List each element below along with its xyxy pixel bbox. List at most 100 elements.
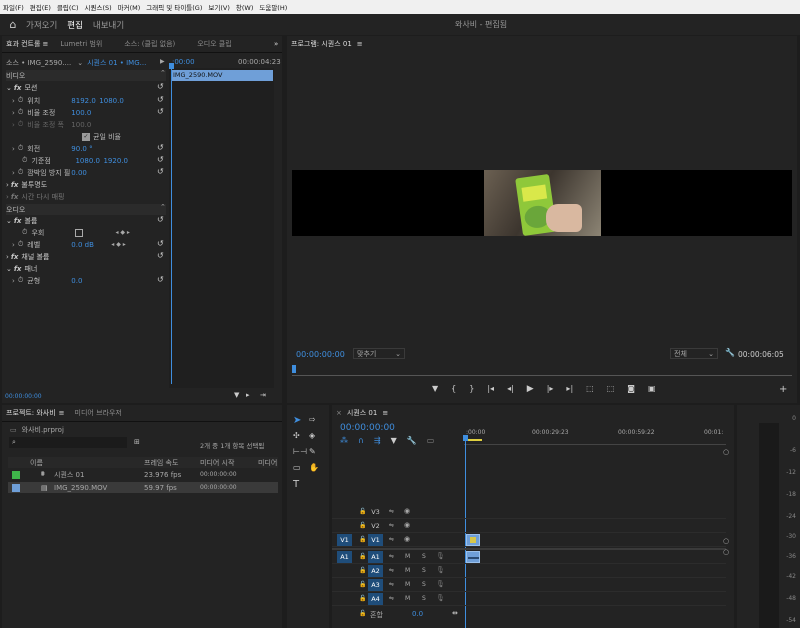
color-label[interactable] xyxy=(12,470,20,479)
source-dropdown-icon[interactable]: ⌄ xyxy=(77,59,83,67)
tab-export[interactable]: 내보내기 xyxy=(93,19,124,31)
stopwatch-icon[interactable]: ⏱ xyxy=(18,168,23,177)
play-only-icon[interactable]: ▶ xyxy=(160,58,165,65)
program-playhead-icon[interactable] xyxy=(292,365,296,373)
panel-menu-icon[interactable]: ≡ xyxy=(357,40,363,48)
timeline-timecode[interactable]: 00:00:00:00 xyxy=(340,423,395,433)
sync-icon[interactable]: ⇋ xyxy=(389,536,394,543)
menu-graphics[interactable]: 그래픽 및 타이틀(G) xyxy=(146,2,202,12)
add-marker-icon[interactable]: ▼ xyxy=(391,436,397,445)
sequence-clip-label[interactable]: 시퀀스 01 • IMG... xyxy=(87,58,146,68)
reset-anchor-icon[interactable]: ↺ xyxy=(157,155,164,164)
hand-tool-icon[interactable]: ✋ xyxy=(309,463,319,472)
reset-scale-icon[interactable]: ↺ xyxy=(157,107,164,116)
track-label-v1[interactable]: V1 xyxy=(368,534,383,546)
scroll-handle-icon[interactable]: ○ xyxy=(723,548,729,556)
master-value[interactable]: 0.0 xyxy=(412,610,423,618)
fit-dropdown[interactable]: 맞추기 ⌄ xyxy=(353,348,405,359)
color-label[interactable] xyxy=(12,483,20,492)
panel-menu-icon[interactable]: ≡ xyxy=(42,40,48,48)
position-x[interactable]: 8192.0 xyxy=(71,97,99,105)
sync-icon[interactable]: ⇋ xyxy=(389,508,394,515)
mute-button[interactable]: M xyxy=(405,595,410,602)
reset-channel-icon[interactable]: ↺ xyxy=(157,251,164,260)
tab-program[interactable]: 프로그램: 시퀀스 01 xyxy=(291,39,352,49)
scroll-handle-icon[interactable]: ○ xyxy=(723,537,729,545)
reset-position-icon[interactable]: ↺ xyxy=(157,95,164,104)
collapse-audio-icon[interactable]: ⌃ xyxy=(160,203,166,211)
reset-rotation-icon[interactable]: ↺ xyxy=(157,143,164,152)
keyframe-nav-icon[interactable]: ◂ ◆ ▸ xyxy=(111,241,125,248)
source-patch-v1[interactable]: V1 xyxy=(337,534,352,546)
program-scrub-bar[interactable] xyxy=(292,365,792,376)
rectangle-tool-icon[interactable]: ▭ xyxy=(293,463,301,472)
settings-wrench-icon[interactable]: 🔧 xyxy=(407,436,417,445)
go-to-end-icon[interactable]: ⇹ xyxy=(452,609,458,617)
tab-audio-clip[interactable]: 오디오 클립 xyxy=(197,39,231,49)
stopwatch-icon[interactable]: ⏱ xyxy=(18,276,23,285)
linked-select-icon[interactable]: ⇶ xyxy=(374,436,381,445)
tab-media-browser[interactable]: 미디어 브라우저 xyxy=(75,408,122,418)
solo-button[interactable]: S xyxy=(422,567,426,574)
lock-icon[interactable]: 🔓 xyxy=(359,581,366,588)
stopwatch-icon[interactable]: ⏱ xyxy=(22,228,27,237)
step-back-icon[interactable]: ◂| xyxy=(507,384,514,396)
mute-button[interactable]: M xyxy=(405,553,410,560)
panel-menu-icon[interactable]: ≡ xyxy=(382,409,388,417)
sync-icon[interactable]: ⇋ xyxy=(389,567,394,574)
bypass-checkbox[interactable] xyxy=(75,228,84,237)
export-icon[interactable]: ⇥ xyxy=(260,391,266,399)
eye-icon[interactable]: ◉ xyxy=(404,521,410,529)
play-icon[interactable]: ▶ xyxy=(527,384,534,396)
anchor-x[interactable]: 1080.0 xyxy=(75,157,103,165)
type-tool-icon[interactable]: T xyxy=(293,479,299,490)
playhead-handle-icon[interactable] xyxy=(463,435,468,441)
track-select-tool-icon[interactable]: ⇨ xyxy=(309,415,316,424)
panel-overflow-icon[interactable]: » xyxy=(274,40,278,48)
camera-icon[interactable]: ◙ xyxy=(627,384,635,396)
filter-icon[interactable]: ▼ xyxy=(234,391,239,399)
menu-file[interactable]: 파일(F) xyxy=(3,2,24,12)
scroll-handle-icon[interactable]: ○ xyxy=(723,448,729,456)
source-patch-a1[interactable]: A1 xyxy=(337,551,352,563)
solo-button[interactable]: S xyxy=(422,581,426,588)
sync-icon[interactable]: ⇋ xyxy=(389,553,394,560)
keyframe-nav-icon[interactable]: ◂ ◆ ▸ xyxy=(115,229,129,236)
stopwatch-icon[interactable]: ⏱ xyxy=(18,96,23,105)
extract-icon[interactable]: ⬚ xyxy=(607,384,615,396)
time-remap-effect[interactable]: › fx 시간 다시 매핑 xyxy=(6,191,156,202)
home-icon[interactable]: ⌂ xyxy=(0,18,26,31)
tab-source[interactable]: 소스: (클립 없음) xyxy=(124,39,175,49)
mic-icon[interactable]: 🎙 xyxy=(436,580,445,588)
time-ruler[interactable]: :00:00 00:00:29:23 00:00:59:22 00:01: xyxy=(464,427,726,445)
column-media-start[interactable]: 미디어 시작 xyxy=(200,458,234,468)
project-search-input[interactable]: ⌕ xyxy=(9,437,127,448)
position-y[interactable]: 1080.0 xyxy=(99,97,124,105)
track-label-v2[interactable]: V2 xyxy=(368,520,383,532)
list-item[interactable]: ▤ IMG_2590.MOV 59.97 fps 00:00:00:00 xyxy=(8,482,278,493)
menu-help[interactable]: 도움말(H) xyxy=(259,2,287,12)
motion-effect[interactable]: ⌄ fx 모션 xyxy=(6,82,166,93)
tab-project[interactable]: 프로젝트: 와사비 xyxy=(6,408,56,418)
mic-icon[interactable]: 🎙 xyxy=(436,566,445,574)
video-clip[interactable] xyxy=(466,534,480,546)
new-bin-from-search-icon[interactable]: ⊞ xyxy=(134,438,140,446)
lock-icon[interactable]: 🔓 xyxy=(359,595,366,602)
lock-icon[interactable]: 🔓 xyxy=(359,536,366,543)
audio-clip[interactable] xyxy=(466,551,480,563)
program-timecode[interactable]: 00:00:00:00 xyxy=(296,350,345,359)
balance-value[interactable]: 0.0 xyxy=(71,277,82,285)
menu-sequence[interactable]: 시퀀스(S) xyxy=(85,2,112,12)
razor-tool-icon[interactable]: ◈ xyxy=(309,431,315,440)
go-to-out-icon[interactable]: ▸| xyxy=(566,384,573,396)
mic-icon[interactable]: 🎙 xyxy=(436,552,445,560)
selection-tool-icon[interactable]: ➤ xyxy=(293,415,301,426)
eye-icon[interactable]: ◉ xyxy=(404,535,410,543)
mark-out-icon[interactable]: } xyxy=(469,384,474,396)
column-fps[interactable]: 프레임 속도 xyxy=(144,458,178,468)
marker-icon[interactable]: ▼ xyxy=(432,384,438,396)
settings-wrench-icon[interactable]: 🔧 xyxy=(725,348,735,357)
snap-icon[interactable]: ∩ xyxy=(358,436,364,445)
rotation-value[interactable]: 90.0 ° xyxy=(71,145,92,153)
play-audio-icon[interactable]: ▸ xyxy=(246,391,250,399)
